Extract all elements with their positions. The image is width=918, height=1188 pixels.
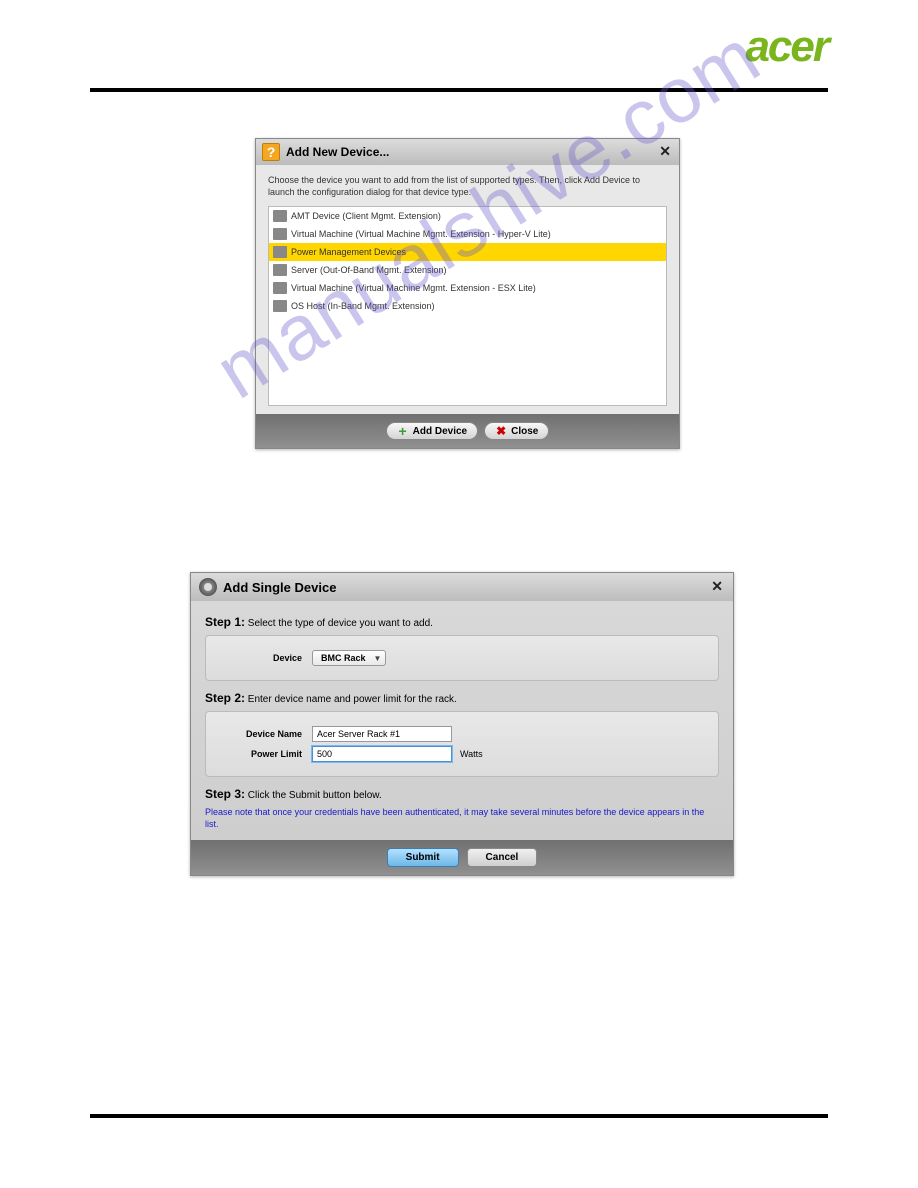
device-icon (273, 300, 287, 312)
step-label: Step 1: (205, 615, 245, 629)
dialog-titlebar: Add Single Device ✕ (191, 573, 733, 601)
add-single-device-dialog: Add Single Device ✕ Step 1: Select the t… (190, 572, 734, 876)
list-item[interactable]: Server (Out-Of-Band Mgmt. Extension) (269, 261, 666, 279)
button-label: Add Device (413, 426, 467, 437)
select-value: BMC Rack (321, 653, 366, 663)
device-icon (273, 264, 287, 276)
list-item[interactable]: AMT Device (Client Mgmt. Extension) (269, 207, 666, 225)
cancel-button[interactable]: Cancel (467, 848, 538, 867)
device-type-label: Device (222, 653, 312, 663)
acer-logo: acer (745, 22, 828, 72)
close-icon[interactable]: ✕ (711, 578, 723, 595)
close-icon[interactable]: ✕ (659, 143, 671, 160)
add-new-device-dialog: ? Add New Device... ✕ Choose the device … (255, 138, 680, 449)
power-unit: Watts (460, 749, 483, 759)
plus-icon: + (397, 425, 409, 437)
dialog-title: Add Single Device (223, 580, 336, 595)
add-device-button[interactable]: + Add Device (386, 422, 478, 440)
step-label: Step 3: (205, 787, 245, 801)
submit-button[interactable]: Submit (387, 848, 459, 867)
dialog-titlebar: ? Add New Device... ✕ (256, 139, 679, 165)
header-rule (90, 88, 828, 92)
device-icon (273, 282, 287, 294)
list-item[interactable]: Virtual Machine (Virtual Machine Mgmt. E… (269, 279, 666, 297)
list-item-label: Server (Out-Of-Band Mgmt. Extension) (291, 265, 447, 275)
step-text: Select the type of device you want to ad… (248, 618, 433, 629)
power-limit-label: Power Limit (222, 749, 312, 759)
step1-line: Step 1: Select the type of device you wa… (205, 615, 719, 629)
list-item-label: AMT Device (Client Mgmt. Extension) (291, 211, 441, 221)
device-icon (273, 246, 287, 258)
device-type-row: Device BMC Rack ▼ (222, 650, 702, 666)
list-item-label: OS Host (In-Band Mgmt. Extension) (291, 301, 435, 311)
dialog-footer: Submit Cancel (191, 840, 733, 875)
button-label: Close (511, 426, 538, 437)
device-icon (273, 228, 287, 240)
list-item-label: Virtual Machine (Virtual Machine Mgmt. E… (291, 229, 551, 239)
chevron-down-icon: ▼ (374, 654, 382, 663)
authentication-note: Please note that once your credentials h… (205, 807, 719, 830)
list-item-selected[interactable]: Power Management Devices (269, 243, 666, 261)
footer-rule (90, 1114, 828, 1118)
power-limit-input[interactable] (312, 746, 452, 762)
dialog-footer: + Add Device ✖ Close (256, 414, 679, 448)
help-icon: ? (262, 143, 280, 161)
device-type-list[interactable]: AMT Device (Client Mgmt. Extension) Virt… (268, 206, 667, 406)
step-label: Step 2: (205, 691, 245, 705)
step3-line: Step 3: Click the Submit button below. (205, 787, 719, 801)
list-item-label: Virtual Machine (Virtual Machine Mgmt. E… (291, 283, 536, 293)
power-limit-row: Power Limit Watts (222, 746, 702, 762)
gear-icon (199, 578, 217, 596)
step-text: Click the Submit button below. (248, 790, 382, 801)
list-item[interactable]: Virtual Machine (Virtual Machine Mgmt. E… (269, 225, 666, 243)
step1-group: Device BMC Rack ▼ (205, 635, 719, 681)
device-icon (273, 210, 287, 222)
dialog-body: Step 1: Select the type of device you wa… (191, 601, 733, 840)
dialog-title: Add New Device... (286, 145, 389, 159)
device-type-select[interactable]: BMC Rack ▼ (312, 650, 386, 666)
device-name-label: Device Name (222, 729, 312, 739)
close-x-icon: ✖ (495, 425, 507, 437)
close-button[interactable]: ✖ Close (484, 422, 549, 440)
instruction-text: Choose the device you want to add from t… (268, 175, 667, 198)
dialog-body: Choose the device you want to add from t… (256, 165, 679, 414)
step2-group: Device Name Power Limit Watts (205, 711, 719, 777)
step-text: Enter device name and power limit for th… (248, 694, 457, 705)
list-item-label: Power Management Devices (291, 247, 406, 257)
step2-line: Step 2: Enter device name and power limi… (205, 691, 719, 705)
list-item[interactable]: OS Host (In-Band Mgmt. Extension) (269, 297, 666, 315)
device-name-input[interactable] (312, 726, 452, 742)
device-name-row: Device Name (222, 726, 702, 742)
